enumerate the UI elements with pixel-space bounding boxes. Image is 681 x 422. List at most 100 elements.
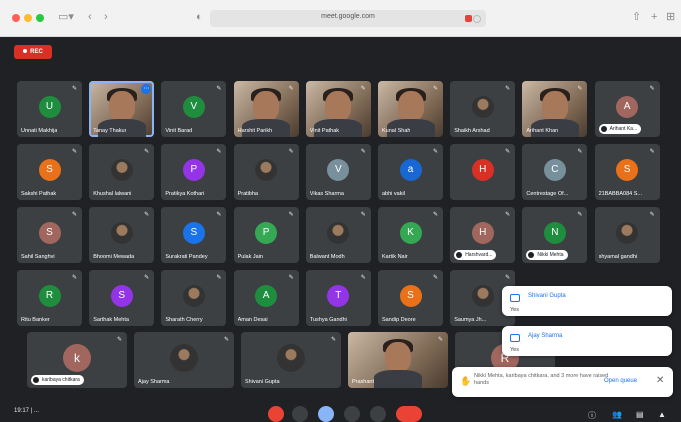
avatar: T	[327, 285, 350, 307]
mic-muted-icon: ✎	[288, 212, 294, 218]
hand-notification-icon	[510, 334, 520, 342]
info-icon[interactable]: ⓘ	[588, 410, 596, 421]
participant-tile[interactable]: S ✎ Sandip Deore	[378, 270, 443, 326]
participant-tile[interactable]: ✎ Harshit Parikh	[233, 81, 299, 137]
participant-tile[interactable]: ✎ Shaikh Arshad	[450, 81, 516, 137]
participant-tile[interactable]: U ✎ Unnati Makhija	[17, 81, 82, 137]
raised-hand-card[interactable]: Ajay Sharma Yes	[502, 326, 672, 356]
people-icon[interactable]: 👥	[612, 410, 622, 419]
avatar	[327, 222, 350, 244]
participant-name: Kunal Shah	[382, 128, 411, 134]
participant-tile[interactable]: ✎ Shivani Gupta	[241, 332, 341, 388]
participant-tile[interactable]: A ✎ Arihant Ka...	[594, 81, 660, 137]
back-icon[interactable]: ‹	[88, 10, 92, 24]
participant-tile[interactable]: S ✎ Surakrati Pandey	[161, 207, 227, 263]
share-icon[interactable]: ⇧	[632, 10, 641, 24]
participant-name: Sharath Cherry	[165, 317, 203, 323]
mic-muted-icon: ✎	[505, 275, 511, 281]
participant-tile[interactable]: H ✎	[450, 144, 516, 200]
recording-label: REC	[30, 49, 43, 55]
participant-tile[interactable]: ✎ Pratibha	[233, 144, 299, 200]
participant-tile[interactable]: S ✎ 21BABBA084 S...	[594, 144, 660, 200]
participant-video	[325, 91, 352, 122]
participant-name: Balwant Modh	[309, 254, 345, 260]
mic-off-icon[interactable]	[268, 406, 284, 422]
end-call-icon[interactable]	[396, 406, 422, 422]
participant-tile[interactable]: A ✎ Aman Desai	[233, 270, 299, 326]
participant-tile[interactable]: ✎ Prashant	[348, 332, 448, 388]
avatar: k	[63, 344, 91, 372]
raised-hand-card[interactable]: Shivani Gupta Yes	[502, 286, 672, 316]
participant-tile[interactable]: ✎ Balwant Modh	[305, 207, 371, 263]
mic-muted-icon: ✎	[71, 149, 77, 155]
more-options-icon[interactable]: ⋯	[141, 84, 152, 94]
participant-tile[interactable]: k ✎ karibaya chitkara	[27, 332, 127, 388]
url-text[interactable]: meet.google.com	[210, 13, 486, 20]
mic-muted-icon: ✎	[144, 149, 150, 155]
participant-tile[interactable]: T ✎ Tushya Gandhi	[305, 270, 371, 326]
mic-muted-icon: ✎	[144, 212, 150, 218]
mic-muted-icon: ✎	[649, 86, 655, 92]
participant-name: Unnati Makhija	[21, 128, 58, 134]
raise-hand-icon[interactable]	[318, 406, 334, 422]
chat-icon[interactable]: ▤	[636, 410, 644, 419]
participant-name: Saumya Jh...	[454, 317, 487, 323]
participant-tile[interactable]: S ✎ Sarthak Mehta	[89, 270, 155, 326]
mic-muted-icon: ✎	[432, 275, 438, 281]
maximize-window-icon[interactable]	[36, 14, 44, 22]
participant-name: Surakrati Pandey	[165, 254, 208, 260]
participant-tile[interactable]: ✎ Kunal Shah	[378, 81, 443, 137]
participant-tile[interactable]: ✎ Vinit Pathak	[305, 81, 371, 137]
participant-tile[interactable]: ✎ Bhoomi Mewada	[89, 207, 155, 263]
participant-tile[interactable]: K ✎ Kartik Nair	[378, 207, 443, 263]
participant-tile[interactable]: ✎ shyamal gandhi	[594, 207, 660, 263]
address-bar[interactable]: meet.google.com	[210, 10, 486, 27]
mic-muted-icon: ✎	[505, 86, 511, 92]
camera-icon[interactable]	[292, 406, 308, 422]
participant-tile[interactable]: N ✎ Nikki Mehta	[522, 207, 588, 263]
raised-hands-toast: ✋ Nikki Mehta, karibaya chitkara, and 3 …	[452, 367, 673, 397]
recording-indicator-icon	[465, 15, 472, 22]
raise-hand-icon: ✋	[460, 376, 472, 386]
participant-tile[interactable]: ✎ Khushal lalwani	[89, 144, 155, 200]
participant-tile[interactable]: P ✎ Pratikya Kothari	[161, 144, 227, 200]
mic-muted-icon: ✎	[288, 149, 294, 155]
present-icon[interactable]	[344, 406, 360, 422]
participant-tile[interactable]: ✎ Ajay Sharma	[134, 332, 234, 388]
participant-tile[interactable]: ✎ Arihant Khan	[522, 81, 588, 137]
close-toast-button[interactable]: ✕	[656, 375, 664, 386]
sidebar-icon[interactable]: ▭▾	[58, 10, 74, 24]
participant-name: Prashant	[352, 379, 375, 385]
mic-muted-icon: ✎	[116, 337, 122, 343]
close-window-icon[interactable]	[12, 14, 20, 22]
new-tab-icon[interactable]: +	[651, 10, 657, 24]
participant-tile[interactable]: R ✎ Ritu Banker	[17, 270, 82, 326]
participant-name: Bhoomi Mewada	[93, 254, 135, 260]
participant-tile[interactable]: ✎⋯Tanay Thakur	[89, 81, 155, 137]
raised-hand-icon	[33, 376, 39, 383]
participant-name: Tanay Thakur	[93, 128, 127, 134]
participant-tile[interactable]: ✎ Sharath Cherry	[161, 270, 227, 326]
mic-muted-icon: ✎	[577, 212, 583, 218]
open-queue-button[interactable]: Open queue	[604, 378, 637, 384]
participant-tile[interactable]: V ✎ Vikas Sharma	[305, 144, 371, 200]
more-icon[interactable]	[370, 406, 386, 422]
participant-tile[interactable]: P ✎ Pulak Jain	[233, 207, 299, 263]
mic-muted-icon: ✎	[360, 149, 366, 155]
avatar: C	[543, 159, 566, 181]
reload-icon[interactable]	[473, 15, 481, 23]
avatar: S	[38, 222, 61, 244]
minimize-window-icon[interactable]	[24, 14, 32, 22]
participant-tile[interactable]: H ✎ Harshvard...	[450, 207, 516, 263]
forward-icon[interactable]: ›	[104, 10, 108, 24]
participant-tile[interactable]: V ✎ Vinit Barad	[161, 81, 227, 137]
participant-tile[interactable]: S ✎ Sahil Sanghvi	[17, 207, 82, 263]
activities-icon[interactable]: ▲	[658, 410, 666, 419]
participant-video	[374, 370, 422, 388]
participant-tile[interactable]: C ✎ Centrestage Of...	[522, 144, 588, 200]
participant-name: abhi vakil	[382, 191, 405, 197]
participant-tile[interactable]: a ✎ abhi vakil	[378, 144, 443, 200]
tabs-overview-icon[interactable]: ⊞	[666, 10, 675, 24]
participant-tile[interactable]: S ✎ Sakshi Pathak	[17, 144, 82, 200]
avatar: S	[38, 159, 61, 181]
